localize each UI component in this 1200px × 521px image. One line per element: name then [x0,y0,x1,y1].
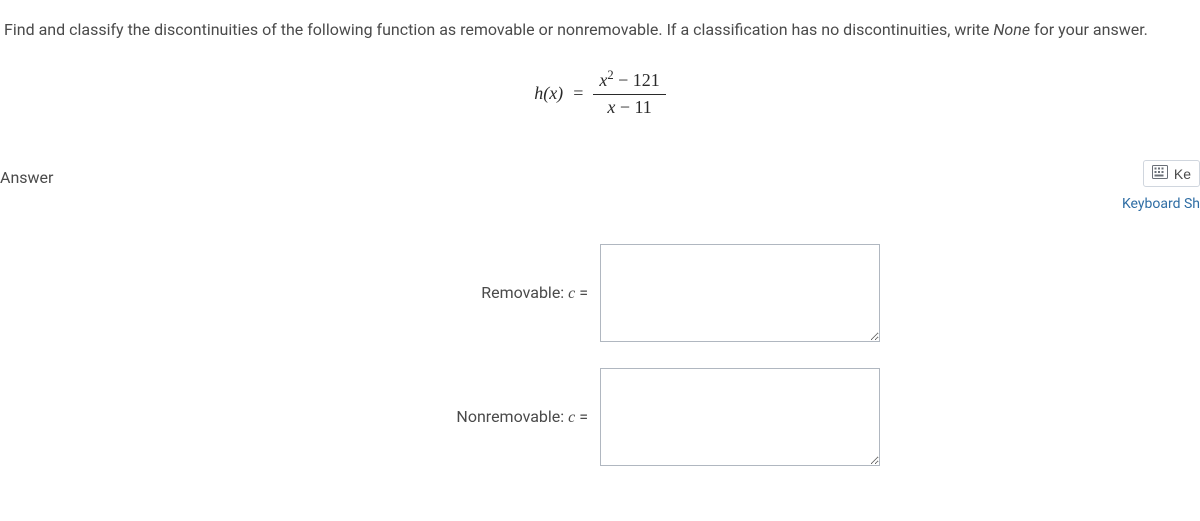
keypad-button[interactable]: Ke [1143,160,1200,187]
answer-heading: Answer [0,168,53,187]
removable-eq: = [575,283,588,302]
removable-label: Removable: c = [28,283,588,303]
fraction-bar [593,94,665,95]
nonremovable-eq: = [575,407,588,426]
removable-input[interactable] [600,244,880,342]
equation-display: h(x) = x2 − 121 x − 11 [0,68,1200,118]
numerator-const: 121 [633,70,660,90]
nonremovable-row: Nonremovable: c = [0,368,1200,466]
question-prompt-pre: Find and classify the discontinuities of… [4,20,993,39]
equation-denominator: x − 11 [601,97,658,119]
question-prompt: Find and classify the discontinuities of… [0,0,1200,42]
keypad-label: Ke [1174,166,1191,182]
nonremovable-input[interactable] [600,368,880,466]
answer-inputs-area: Removable: c = Nonremovable: c = [0,244,1200,492]
question-prompt-italic: None [993,20,1030,39]
nonremovable-label-pre: Nonremovable: [456,407,568,426]
nonremovable-label: Nonremovable: c = [28,407,588,427]
equation-numerator: x2 − 121 [593,68,665,92]
keyboard-shortcuts-link[interactable]: Keyboard Sh [1122,196,1200,212]
question-prompt-post: for your answer. [1030,20,1148,39]
denominator-const: 11 [634,97,651,117]
equation-lhs: h(x) [534,83,563,104]
removable-label-pre: Removable: [481,283,568,302]
keypad-icon [1152,165,1168,182]
numerator-minus: − [614,70,633,90]
equation-fraction: x2 − 121 x − 11 [593,68,665,118]
denominator-minus: − [615,97,634,117]
removable-row: Removable: c = [0,244,1200,342]
equation-equals: = [573,83,583,104]
